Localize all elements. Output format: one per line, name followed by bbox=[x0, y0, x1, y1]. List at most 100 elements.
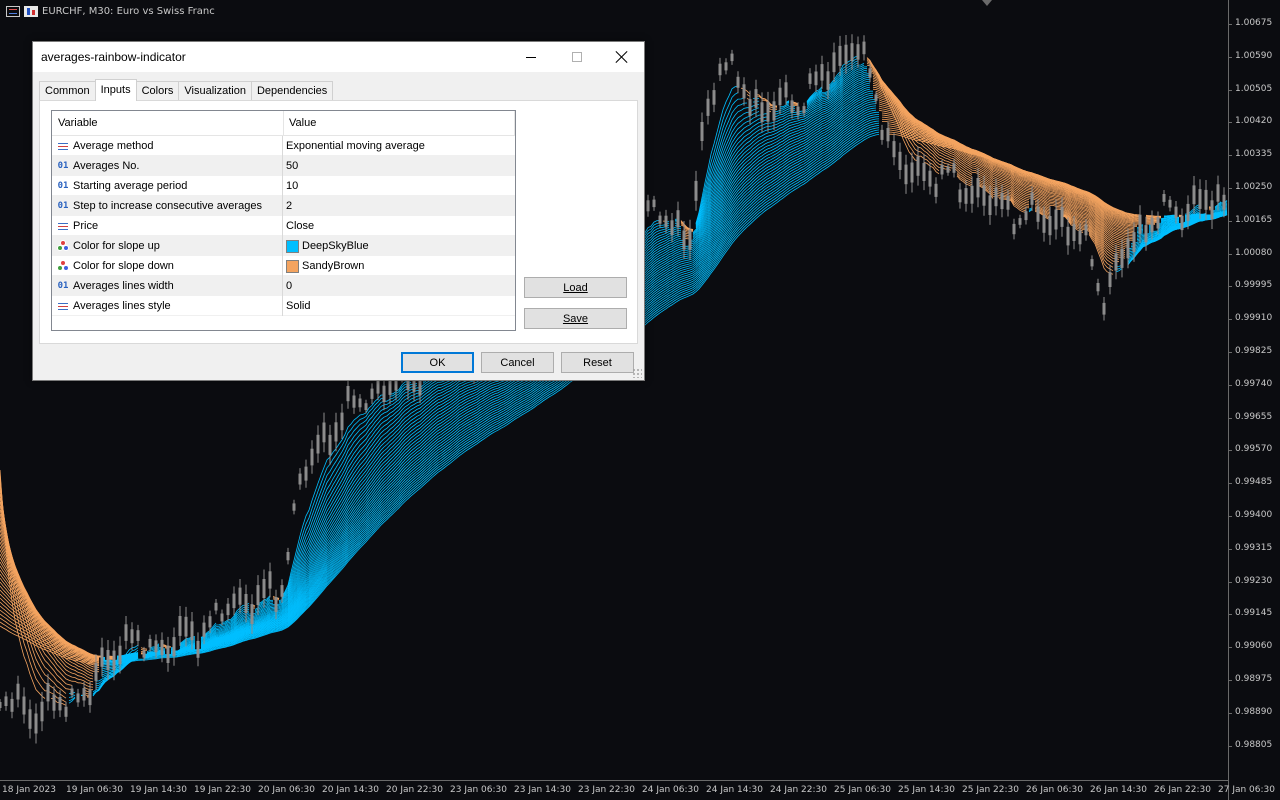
price-label: 0.99315 bbox=[1235, 542, 1273, 553]
price-tick bbox=[1228, 56, 1232, 58]
param-value-cell[interactable]: 0 bbox=[284, 276, 515, 296]
param-value-cell[interactable]: Exponential moving average bbox=[284, 136, 515, 156]
candle-body bbox=[52, 694, 56, 711]
param-value-cell[interactable]: 10 bbox=[284, 176, 515, 196]
candle-body bbox=[376, 380, 380, 394]
save-button[interactable]: Save bbox=[524, 308, 627, 329]
cancel-button[interactable]: Cancel bbox=[481, 352, 554, 373]
param-value-cell[interactable]: 2 bbox=[284, 196, 515, 216]
table-row[interactable]: Price Close bbox=[52, 216, 515, 236]
chart-menu-icon[interactable] bbox=[6, 6, 20, 17]
time-label: 23 Jan 06:30 bbox=[450, 785, 507, 795]
param-name: Price bbox=[73, 220, 99, 232]
close-button[interactable] bbox=[599, 42, 645, 72]
candle-body bbox=[1042, 215, 1046, 233]
table-row[interactable]: 01 Averages No. 50 bbox=[52, 156, 515, 176]
candle-body bbox=[46, 683, 50, 702]
ma-line-segment bbox=[200, 379, 439, 643]
candle-body bbox=[1132, 232, 1136, 252]
candle-body bbox=[748, 99, 752, 116]
candle-body bbox=[286, 552, 290, 561]
candle-body bbox=[874, 94, 878, 101]
color-swatch-deepskyblue[interactable] bbox=[286, 239, 299, 253]
candle-body bbox=[1174, 206, 1178, 218]
candle-body bbox=[322, 422, 326, 443]
candle-body bbox=[784, 82, 788, 98]
color-palette-icon bbox=[57, 240, 69, 252]
tab-colors[interactable]: Colors bbox=[135, 81, 180, 101]
candle-body bbox=[1024, 211, 1028, 221]
load-button-label: Load bbox=[563, 281, 588, 294]
shift-marker-icon[interactable] bbox=[982, 0, 992, 6]
candle-body bbox=[730, 53, 734, 62]
param-value-cell[interactable]: Solid bbox=[284, 296, 515, 316]
dialog-titlebar[interactable]: averages-rainbow-indicator bbox=[33, 42, 644, 72]
price-tick bbox=[1228, 122, 1232, 124]
candle-body bbox=[886, 128, 890, 142]
table-row[interactable]: Color for slope down SandyBrown bbox=[52, 256, 515, 276]
param-value: 10 bbox=[286, 180, 299, 192]
price-tick bbox=[1228, 614, 1232, 616]
table-row[interactable]: Averages lines style Solid bbox=[52, 296, 515, 316]
minimize-button[interactable] bbox=[508, 42, 554, 72]
candle-body bbox=[904, 164, 908, 185]
candle-body bbox=[70, 688, 74, 696]
column-divider[interactable] bbox=[514, 111, 515, 136]
time-label: 24 Jan 14:30 bbox=[706, 785, 763, 795]
price-label: 1.00675 bbox=[1235, 18, 1273, 28]
time-label: 26 Jan 06:30 bbox=[1026, 785, 1083, 795]
int-icon: 01 bbox=[57, 281, 69, 291]
price-axis[interactable]: 1.00675 1.00590 1.00505 1.00420 1.00335 1.002… bbox=[1228, 0, 1280, 800]
param-value-cell[interactable]: SandyBrown bbox=[284, 256, 515, 276]
time-label: 25 Jan 14:30 bbox=[898, 785, 955, 795]
column-header-variable[interactable]: Variable bbox=[58, 117, 98, 129]
price-tick bbox=[1228, 450, 1232, 452]
resize-grip-icon[interactable] bbox=[632, 368, 642, 378]
column-header-value[interactable]: Value bbox=[289, 117, 316, 129]
ok-button[interactable]: OK bbox=[401, 352, 474, 373]
candle-body bbox=[172, 637, 176, 657]
candle-body bbox=[964, 188, 968, 204]
candle-body bbox=[136, 630, 140, 641]
candle-body bbox=[184, 616, 188, 637]
param-value: 50 bbox=[286, 160, 299, 172]
table-row[interactable]: Average method Exponential moving averag… bbox=[52, 136, 515, 156]
candle-body bbox=[1054, 209, 1058, 230]
table-row[interactable]: 01 Starting average period 10 bbox=[52, 176, 515, 196]
candle-body bbox=[160, 639, 164, 655]
price-label: 0.99825 bbox=[1235, 346, 1273, 356]
tab-common[interactable]: Common bbox=[39, 81, 96, 101]
reset-button[interactable]: Reset bbox=[561, 352, 634, 373]
tab-visualization[interactable]: Visualization bbox=[178, 81, 252, 101]
candle-body bbox=[1108, 272, 1112, 287]
param-value-cell[interactable]: 50 bbox=[284, 156, 515, 176]
price-tick bbox=[1228, 483, 1232, 485]
table-row[interactable]: Color for slope up DeepSkyBlue bbox=[52, 236, 515, 256]
time-label: 20 Jan 06:30 bbox=[258, 785, 315, 795]
table-row[interactable]: 01 Averages lines width 0 bbox=[52, 276, 515, 296]
column-divider[interactable] bbox=[283, 111, 284, 136]
table-row[interactable]: 01 Step to increase consecutive averages … bbox=[52, 196, 515, 216]
tab-inputs[interactable]: Inputs bbox=[94, 79, 137, 101]
time-label: 25 Jan 06:30 bbox=[834, 785, 891, 795]
param-name: Starting average period bbox=[73, 180, 188, 192]
chart-title: EURCHF, M30: Euro vs Swiss Franc bbox=[6, 6, 215, 17]
candle-body bbox=[100, 647, 104, 667]
param-value-cell[interactable]: DeepSkyBlue bbox=[284, 236, 515, 256]
price-label: 0.98805 bbox=[1235, 739, 1273, 750]
candle-body bbox=[1018, 218, 1022, 225]
save-button-label: Save bbox=[562, 312, 589, 325]
load-button[interactable]: Load bbox=[524, 277, 627, 298]
tab-dependencies[interactable]: Dependencies bbox=[250, 81, 334, 101]
param-value-cell[interactable]: Close bbox=[284, 216, 515, 236]
color-swatch-sandybrown[interactable] bbox=[286, 259, 299, 273]
candle-body bbox=[268, 571, 272, 589]
price-tick bbox=[1228, 253, 1232, 255]
time-axis[interactable]: 18 Jan 2023 19 Jan 06:30 19 Jan 14:30 19 Ja… bbox=[0, 780, 1275, 800]
price-label: 0.99485 bbox=[1235, 477, 1273, 488]
candle-body bbox=[1102, 302, 1106, 315]
candle-body bbox=[1120, 248, 1124, 268]
minimize-icon bbox=[526, 56, 536, 58]
int-icon: 01 bbox=[57, 201, 69, 211]
candle-body bbox=[364, 403, 368, 410]
